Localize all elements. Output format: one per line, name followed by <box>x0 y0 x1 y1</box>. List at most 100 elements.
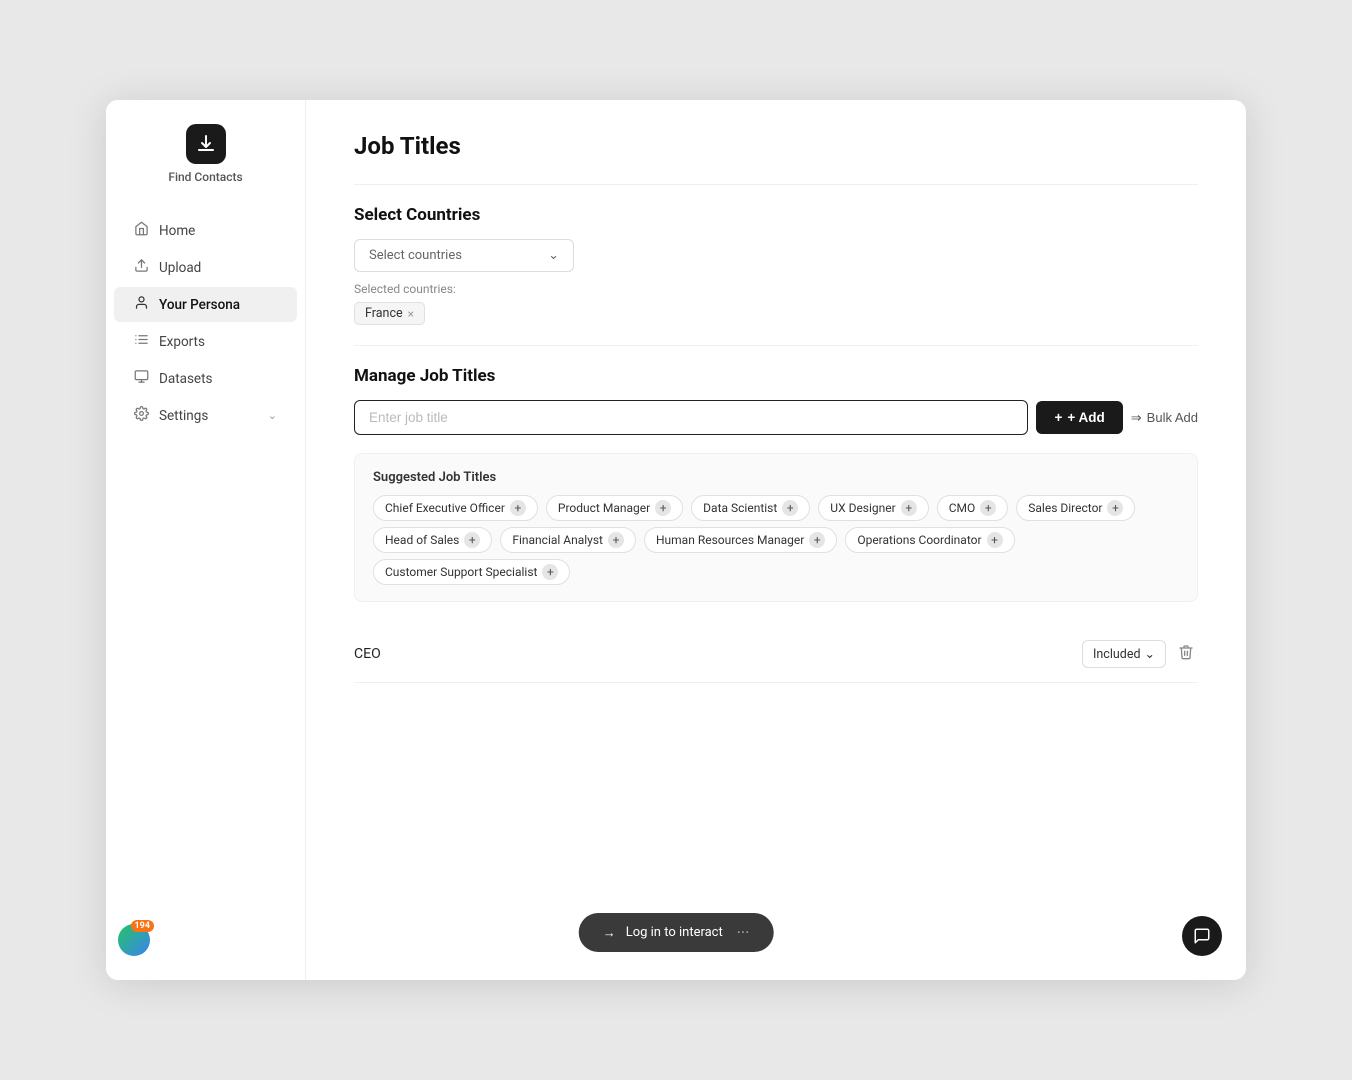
chip-financial-analyst-add-icon: + <box>608 532 624 548</box>
chip-sales-director-label: Sales Director <box>1028 501 1102 515</box>
bulk-label: Bulk Add <box>1147 410 1198 425</box>
app-logo-icon <box>186 124 226 164</box>
add-plus-icon: + <box>1054 410 1062 425</box>
chip-product-manager[interactable]: Product Manager + <box>546 495 683 521</box>
chip-cmo[interactable]: CMO + <box>937 495 1009 521</box>
chip-product-manager-label: Product Manager <box>558 501 650 515</box>
chip-row: Chief Executive Officer + Product Manage… <box>373 495 1179 585</box>
chip-hr-manager[interactable]: Human Resources Manager + <box>644 527 837 553</box>
included-select[interactable]: Included ⌄ <box>1082 640 1166 668</box>
login-bar-label: Log in to interact <box>626 925 723 940</box>
sidebar-settings-label: Settings <box>159 408 258 424</box>
chip-ux-designer[interactable]: UX Designer + <box>818 495 928 521</box>
chat-button[interactable] <box>1182 916 1222 956</box>
sidebar-item-datasets[interactable]: Datasets <box>114 361 297 396</box>
main-content: Job Titles Select Countries Select count… <box>306 100 1246 980</box>
chip-financial-analyst-label: Financial Analyst <box>512 533 603 547</box>
sidebar-bottom: 194 <box>106 924 305 964</box>
select-countries-title: Select Countries <box>354 205 1198 225</box>
manage-job-titles-section: Manage Job Titles + + Add ⇒ Bulk Add Sug… <box>354 366 1198 683</box>
job-entry-ceo-name: CEO <box>354 646 381 662</box>
chip-data-scientist-label: Data Scientist <box>703 501 777 515</box>
bulk-add-button[interactable]: ⇒ Bulk Add <box>1131 410 1198 426</box>
chevron-down-icon: ⌄ <box>548 248 559 263</box>
selected-countries-tags: France × <box>354 302 1198 325</box>
home-icon <box>134 221 149 240</box>
chip-ux-designer-label: UX Designer <box>830 501 895 515</box>
job-entry-ceo-right: Included ⌄ <box>1082 640 1198 668</box>
chip-data-scientist-add-icon: + <box>782 500 798 516</box>
suggested-box: Suggested Job Titles Chief Executive Off… <box>354 453 1198 602</box>
divider-2 <box>354 345 1198 346</box>
tag-france-remove[interactable]: × <box>408 307 414 321</box>
datasets-icon <box>134 369 149 388</box>
sidebar-item-home[interactable]: Home <box>114 213 297 248</box>
chip-sales-director-add-icon: + <box>1107 500 1123 516</box>
chip-head-of-sales-add-icon: + <box>464 532 480 548</box>
countries-dropdown[interactable]: Select countries ⌄ <box>354 239 574 272</box>
app-window: Find Contacts Home Upload Your Persona <box>106 100 1246 980</box>
chip-ops-coordinator-label: Operations Coordinator <box>857 533 981 547</box>
job-input-row: + + Add ⇒ Bulk Add <box>354 400 1198 435</box>
settings-icon <box>134 406 149 425</box>
chip-sales-director[interactable]: Sales Director + <box>1016 495 1135 521</box>
chip-head-of-sales[interactable]: Head of Sales + <box>373 527 492 553</box>
sidebar: Find Contacts Home Upload Your Persona <box>106 100 306 980</box>
bulk-icon: ⇒ <box>1131 410 1142 426</box>
sidebar-item-upload[interactable]: Upload <box>114 250 297 285</box>
upload-icon <box>134 258 149 277</box>
sidebar-persona-label: Your Persona <box>159 297 277 313</box>
sidebar-item-your-persona[interactable]: Your Persona <box>114 287 297 322</box>
selected-label: Selected countries: <box>354 282 1198 296</box>
chip-ux-designer-add-icon: + <box>901 500 917 516</box>
divider-1 <box>354 184 1198 185</box>
chip-customer-support-label: Customer Support Specialist <box>385 565 537 579</box>
persona-icon <box>134 295 149 314</box>
chip-head-of-sales-label: Head of Sales <box>385 533 459 547</box>
chip-cmo-label: CMO <box>949 501 976 515</box>
add-label: + Add <box>1067 410 1104 425</box>
tag-france: France × <box>354 302 425 325</box>
sidebar-item-settings[interactable]: Settings ⌄ <box>114 398 297 433</box>
sidebar-upload-label: Upload <box>159 260 277 276</box>
chip-customer-support-add-icon: + <box>542 564 558 580</box>
chip-customer-support[interactable]: Customer Support Specialist + <box>373 559 570 585</box>
included-label: Included <box>1093 647 1141 662</box>
chip-data-scientist[interactable]: Data Scientist + <box>691 495 810 521</box>
chip-hr-manager-add-icon: + <box>809 532 825 548</box>
avatar-badge: 194 <box>131 920 155 932</box>
page-title: Job Titles <box>354 132 1198 160</box>
avatar-row[interactable]: 194 <box>118 924 293 956</box>
chip-ceo-add-icon: + <box>510 500 526 516</box>
select-countries-section: Select Countries Select countries ⌄ Sele… <box>354 205 1198 325</box>
sidebar-exports-label: Exports <box>159 334 277 350</box>
sidebar-item-exports[interactable]: Exports <box>114 324 297 359</box>
sidebar-logo: Find Contacts <box>106 124 305 184</box>
avatar: 194 <box>118 924 150 956</box>
chip-product-manager-add-icon: + <box>655 500 671 516</box>
sidebar-home-label: Home <box>159 223 277 239</box>
chip-hr-manager-label: Human Resources Manager <box>656 533 804 547</box>
login-bar-dots-icon: ··· <box>737 923 750 942</box>
chip-ops-coordinator-add-icon: + <box>987 532 1003 548</box>
login-bar[interactable]: → Log in to interact ··· <box>579 913 774 952</box>
included-chevron-icon: ⌄ <box>1145 646 1155 662</box>
exports-icon <box>134 332 149 351</box>
chip-ceo[interactable]: Chief Executive Officer + <box>373 495 538 521</box>
login-arrow-icon: → <box>603 925 616 941</box>
countries-placeholder: Select countries <box>369 248 462 263</box>
chip-financial-analyst[interactable]: Financial Analyst + <box>500 527 636 553</box>
job-title-input[interactable] <box>354 400 1028 435</box>
chip-ceo-label: Chief Executive Officer <box>385 501 505 515</box>
delete-entry-button[interactable] <box>1174 640 1198 668</box>
add-button[interactable]: + + Add <box>1036 401 1122 434</box>
sidebar-datasets-label: Datasets <box>159 371 277 387</box>
settings-chevron-icon: ⌄ <box>268 409 277 422</box>
suggested-title: Suggested Job Titles <box>373 470 1179 485</box>
chip-ops-coordinator[interactable]: Operations Coordinator + <box>845 527 1014 553</box>
chip-cmo-add-icon: + <box>980 500 996 516</box>
job-entry-ceo: CEO Included ⌄ <box>354 626 1198 683</box>
tag-france-label: France <box>365 306 403 321</box>
logo-label: Find Contacts <box>168 170 242 184</box>
manage-job-titles-title: Manage Job Titles <box>354 366 1198 386</box>
